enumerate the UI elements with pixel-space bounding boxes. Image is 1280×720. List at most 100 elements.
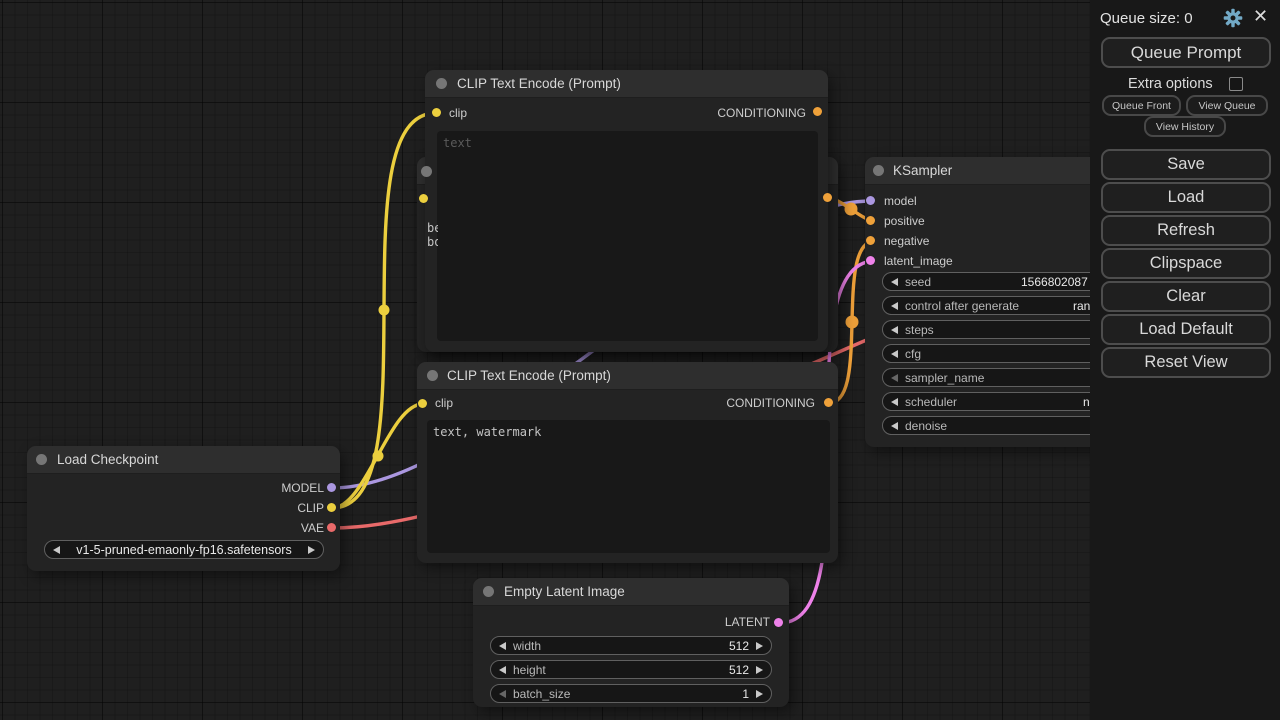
- node-collapse-dot[interactable]: [436, 78, 447, 89]
- latent-output-label: LATENT: [725, 615, 770, 629]
- denoise-label: denoise: [905, 419, 947, 433]
- batch-size-label: batch_size: [513, 687, 570, 701]
- conditioning-output-label: CONDITIONING: [726, 396, 815, 410]
- clear-button[interactable]: Clear: [1101, 281, 1271, 312]
- clip-input-label: clip: [435, 396, 453, 410]
- arrow-left-icon[interactable]: [891, 302, 898, 310]
- arrow-right-icon[interactable]: [308, 546, 315, 554]
- hidden-prompt-text-fragment: be bo: [424, 220, 438, 250]
- negative-input-label: negative: [884, 234, 929, 248]
- height-value: 512: [729, 663, 749, 677]
- seed-value: 1566802087: [1021, 275, 1088, 289]
- view-history-button[interactable]: View History: [1144, 116, 1226, 137]
- model-output-label: MODEL: [281, 481, 324, 495]
- node-collapse-dot[interactable]: [421, 166, 432, 177]
- node-clip-text-encode-bottom[interactable]: CLIP Text Encode (Prompt) clip CONDITION…: [417, 362, 838, 563]
- node-title: CLIP Text Encode (Prompt): [457, 76, 621, 91]
- node-collapse-dot[interactable]: [427, 370, 438, 381]
- sampler-name-label: sampler_name: [905, 371, 984, 385]
- refresh-button[interactable]: Refresh: [1101, 215, 1271, 246]
- model-input-port[interactable]: [866, 196, 875, 205]
- save-button[interactable]: Save: [1101, 149, 1271, 180]
- node-collapse-dot[interactable]: [36, 454, 47, 465]
- arrow-left-icon[interactable]: [891, 278, 898, 286]
- view-queue-button[interactable]: View Queue: [1186, 95, 1268, 116]
- negative-input-port[interactable]: [866, 236, 875, 245]
- arrow-left-icon[interactable]: [53, 546, 60, 554]
- scheduler-label: scheduler: [905, 395, 957, 409]
- width-label: width: [513, 639, 541, 653]
- seed-label: seed: [905, 275, 931, 289]
- node-ksampler[interactable]: KSampler model positive negative latent_…: [865, 157, 1120, 447]
- cfg-widget[interactable]: cfg: [882, 344, 1110, 363]
- latent-image-input-port[interactable]: [866, 256, 875, 265]
- load-default-button[interactable]: Load Default: [1101, 314, 1271, 345]
- steps-label: steps: [905, 323, 934, 337]
- width-value: 512: [729, 639, 749, 653]
- height-label: height: [513, 663, 546, 677]
- prompt-textarea[interactable]: text: [437, 131, 818, 341]
- node-collapse-dot[interactable]: [873, 165, 884, 176]
- comfy-menu: Queue size: 0 ✕ Queue Prompt Extra optio…: [1090, 0, 1280, 720]
- node-title: Load Checkpoint: [57, 452, 158, 467]
- queue-front-button[interactable]: Queue Front: [1102, 95, 1181, 116]
- arrow-left-icon[interactable]: [891, 398, 898, 406]
- queue-prompt-button[interactable]: Queue Prompt: [1101, 37, 1271, 68]
- clip-output-label: CLIP: [297, 501, 324, 515]
- model-input-label: model: [884, 194, 917, 208]
- width-widget[interactable]: width 512: [490, 636, 772, 655]
- positive-input-port[interactable]: [866, 216, 875, 225]
- arrow-right-icon[interactable]: [756, 690, 763, 698]
- conditioning-output-label: CONDITIONING: [717, 106, 806, 120]
- conditioning-output-port[interactable]: [824, 398, 833, 407]
- vae-output-port[interactable]: [327, 523, 336, 532]
- clipspace-button[interactable]: Clipspace: [1101, 248, 1271, 279]
- arrow-left-icon[interactable]: [891, 422, 898, 430]
- conditioning-output-port[interactable]: [823, 193, 832, 202]
- arrow-left-icon[interactable]: [891, 350, 898, 358]
- clip-output-port[interactable]: [327, 503, 336, 512]
- vae-output-label: VAE: [301, 521, 324, 535]
- batch-size-value: 1: [742, 687, 749, 701]
- steps-widget[interactable]: steps: [882, 320, 1110, 339]
- extra-options-checkbox[interactable]: [1229, 77, 1243, 91]
- seed-widget[interactable]: seed 1566802087: [882, 272, 1110, 291]
- cfg-label: cfg: [905, 347, 921, 361]
- latent-output-port[interactable]: [774, 618, 783, 627]
- arrow-left-icon[interactable]: [499, 690, 506, 698]
- height-widget[interactable]: height 512: [490, 660, 772, 679]
- arrow-left-icon[interactable]: [499, 666, 506, 674]
- node-empty-latent-image[interactable]: Empty Latent Image LATENT width 512 heig…: [473, 578, 789, 707]
- model-output-port[interactable]: [327, 483, 336, 492]
- node-clip-text-encode-top[interactable]: CLIP Text Encode (Prompt) clip CONDITION…: [425, 70, 828, 352]
- node-title: CLIP Text Encode (Prompt): [447, 368, 611, 383]
- reset-view-button[interactable]: Reset View: [1101, 347, 1271, 378]
- scheduler-widget[interactable]: scheduler normal: [882, 392, 1110, 411]
- node-collapse-dot[interactable]: [483, 586, 494, 597]
- queue-size-label: Queue size: 0: [1100, 10, 1193, 27]
- sampler-name-widget[interactable]: sampler_name: [882, 368, 1110, 387]
- node-load-checkpoint[interactable]: Load Checkpoint MODEL CLIP VAE v1-5-prun…: [27, 446, 340, 571]
- arrow-right-icon[interactable]: [756, 666, 763, 674]
- arrow-left-icon[interactable]: [891, 374, 898, 382]
- control-after-generate-widget[interactable]: control after generate randomize: [882, 296, 1110, 315]
- clip-input-port[interactable]: [432, 108, 441, 117]
- node-title: KSampler: [893, 163, 952, 178]
- arrow-right-icon[interactable]: [756, 642, 763, 650]
- clip-input-port[interactable]: [418, 399, 427, 408]
- batch-size-widget[interactable]: batch_size 1: [490, 684, 772, 703]
- ckpt-name-value: v1-5-pruned-emaonly-fp16.safetensors: [67, 543, 301, 557]
- arrow-left-icon[interactable]: [891, 326, 898, 334]
- load-button[interactable]: Load: [1101, 182, 1271, 213]
- latent-image-input-label: latent_image: [884, 254, 953, 268]
- clip-input-port[interactable]: [419, 194, 428, 203]
- settings-gear-icon[interactable]: [1223, 8, 1243, 28]
- clip-input-label: clip: [449, 106, 467, 120]
- denoise-widget[interactable]: denoise: [882, 416, 1110, 435]
- close-icon[interactable]: ✕: [1253, 6, 1268, 27]
- arrow-left-icon[interactable]: [499, 642, 506, 650]
- prompt-textarea[interactable]: text, watermark: [427, 420, 830, 553]
- ckpt-name-widget[interactable]: v1-5-pruned-emaonly-fp16.safetensors: [44, 540, 324, 559]
- conditioning-output-port[interactable]: [813, 107, 822, 116]
- extra-options-label: Extra options: [1128, 76, 1213, 92]
